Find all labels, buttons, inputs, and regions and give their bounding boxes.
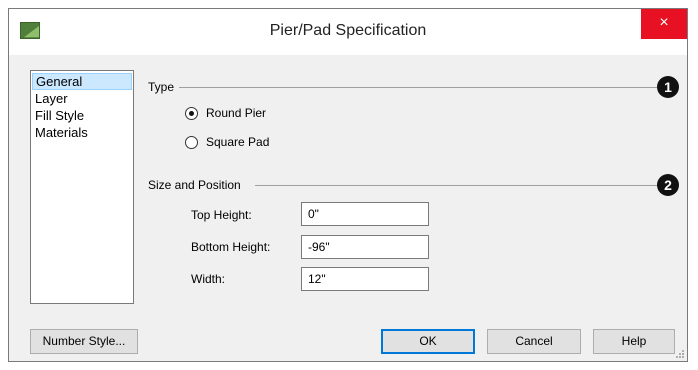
- size-position-group-divider: [255, 185, 657, 186]
- width-input[interactable]: [301, 267, 429, 291]
- callout-2-icon: 2: [657, 174, 679, 196]
- window-title: Pier/Pad Specification: [269, 22, 427, 39]
- dialog-window: Pier/Pad Specification × General Layer F…: [8, 8, 688, 362]
- bottom-height-label: Bottom Height:: [191, 240, 271, 254]
- width-label: Width:: [191, 272, 226, 286]
- category-item-materials[interactable]: Materials: [32, 124, 132, 141]
- bottom-height-input[interactable]: [301, 235, 429, 259]
- category-list[interactable]: General Layer Fill Style Materials: [30, 70, 134, 304]
- category-item-layer[interactable]: Layer: [32, 90, 132, 107]
- ok-button[interactable]: OK: [381, 329, 475, 354]
- resize-grip-icon[interactable]: [675, 349, 685, 359]
- close-button[interactable]: ×: [641, 9, 687, 39]
- help-button[interactable]: Help: [593, 329, 675, 354]
- type-group-label: Type: [148, 80, 175, 94]
- dialog-body: General Layer Fill Style Materials Type …: [9, 55, 687, 361]
- category-item-general[interactable]: General: [32, 73, 132, 90]
- category-item-fill-style[interactable]: Fill Style: [32, 107, 132, 124]
- square-pad-radio[interactable]: [185, 135, 198, 149]
- number-style-button[interactable]: Number Style...: [30, 329, 138, 354]
- title-bar[interactable]: Pier/Pad Specification ×: [9, 9, 687, 55]
- size-position-group-label: Size and Position: [148, 178, 241, 192]
- type-group-divider: [179, 87, 657, 88]
- round-pier-option[interactable]: Round Pier: [185, 105, 266, 121]
- round-pier-label: Round Pier: [206, 106, 267, 120]
- round-pier-radio[interactable]: [185, 106, 198, 120]
- close-icon: ×: [659, 14, 669, 31]
- top-height-label: Top Height:: [191, 208, 252, 222]
- cancel-button[interactable]: Cancel: [487, 329, 581, 354]
- callout-1-icon: 1: [657, 76, 679, 98]
- square-pad-option[interactable]: Square Pad: [185, 134, 269, 150]
- square-pad-label: Square Pad: [206, 135, 270, 149]
- top-height-input[interactable]: [301, 202, 429, 226]
